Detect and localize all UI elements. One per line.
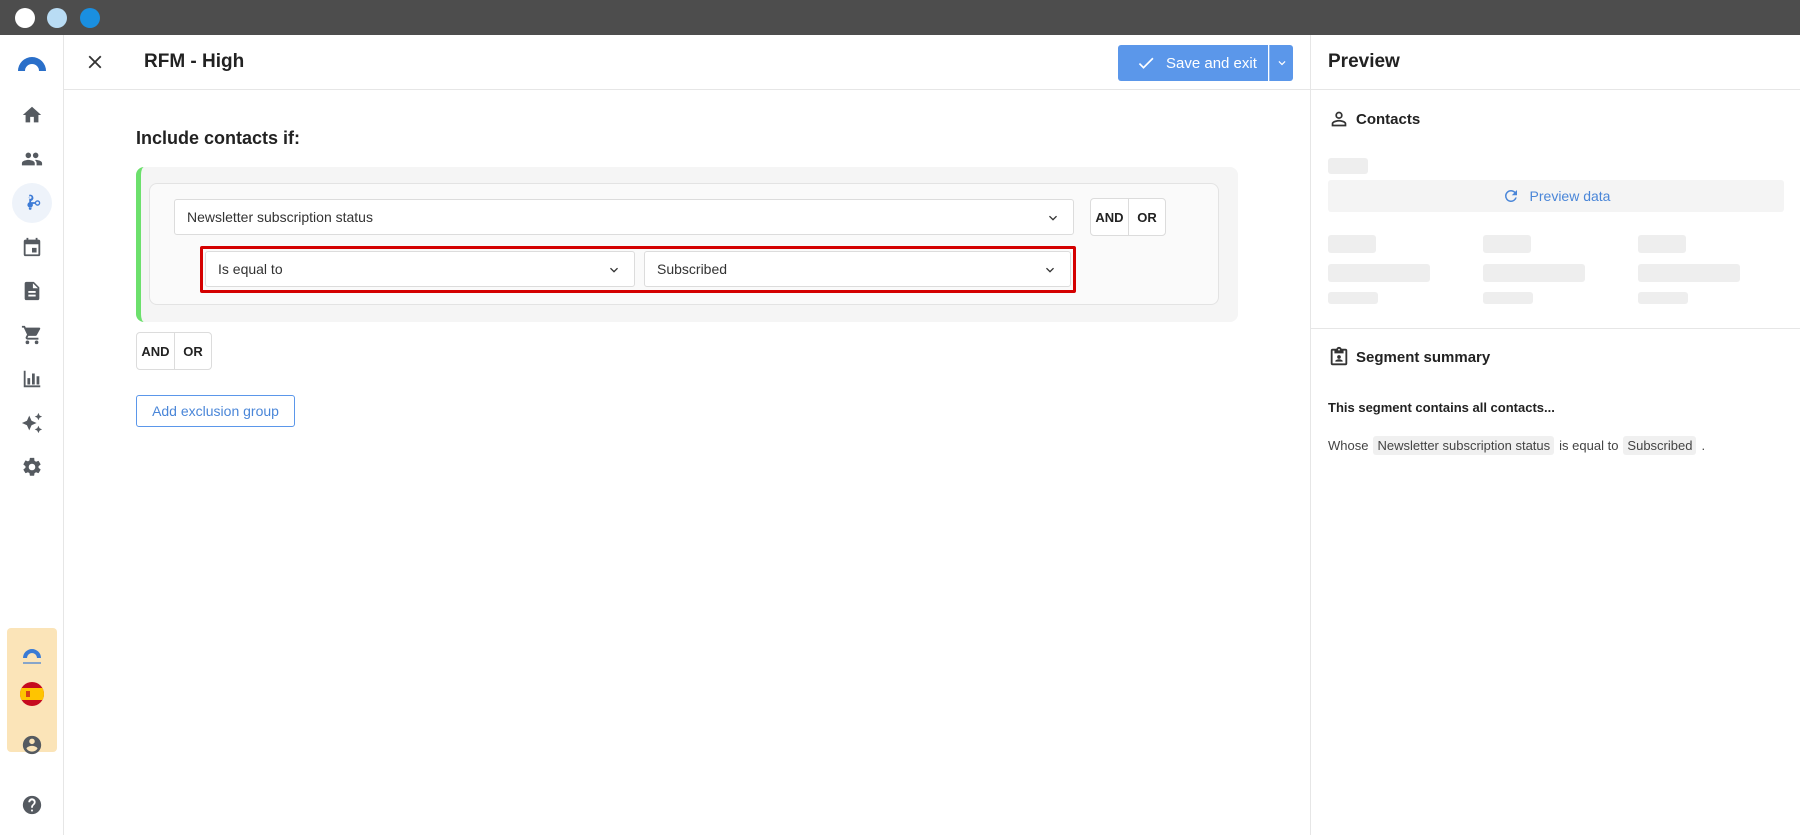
- chevron-down-icon: [1278, 61, 1285, 66]
- segments-icon: [27, 194, 41, 210]
- close-button[interactable]: [82, 49, 108, 75]
- contacts-label: Contacts: [1356, 110, 1421, 128]
- help-icon: [22, 795, 42, 815]
- sidebar-item-commerce[interactable]: [12, 315, 52, 355]
- bar-chart-icon: [23, 370, 41, 388]
- operator-select-value: Is equal to: [218, 261, 283, 277]
- sidebar-item-reports[interactable]: [12, 359, 52, 399]
- rule-and-or-toggle: AND OR: [1090, 198, 1166, 236]
- chevron-down-icon: [1045, 210, 1061, 226]
- spain-flag-icon: [20, 682, 44, 706]
- cart-icon: [21, 325, 41, 345]
- sidebar-item-home[interactable]: [12, 95, 52, 135]
- save-and-exit-button[interactable]: Save and exit: [1118, 45, 1268, 81]
- window-maximize-control[interactable]: [80, 8, 100, 28]
- sidebar-item-calendar[interactable]: [12, 227, 52, 267]
- segment-summary-title: Segment summary: [1356, 348, 1491, 366]
- gear-icon: [23, 457, 41, 476]
- workspace-logo-icon: [23, 649, 41, 664]
- skeleton-placeholder: [1638, 235, 1686, 253]
- preview-panel: Preview Contacts Preview data Segment su…: [1310, 35, 1800, 835]
- sidebar-item-segments[interactable]: [12, 183, 52, 223]
- skeleton-placeholder: [1328, 158, 1368, 174]
- skeleton-placeholder: [1483, 292, 1533, 304]
- account-icon: [22, 735, 42, 755]
- field-select-value: Newsletter subscription status: [187, 209, 373, 225]
- skeleton-placeholder: [1328, 292, 1378, 304]
- operator-select[interactable]: Is equal to: [205, 251, 635, 287]
- calendar-icon: [23, 237, 41, 257]
- app-logo-icon[interactable]: [16, 53, 48, 73]
- skeleton-placeholder: [1483, 264, 1585, 282]
- sparkle-icon: [21, 412, 43, 434]
- window-minimize-control[interactable]: [47, 8, 67, 28]
- editor-header: RFM - High Save and exit: [64, 35, 1310, 90]
- preview-title: Preview: [1328, 51, 1400, 72]
- sidebar: [0, 35, 64, 835]
- preview-divider: [1311, 328, 1800, 329]
- segment-editor: RFM - High Save and exit Include contact…: [64, 35, 1310, 835]
- sidebar-item-contacts[interactable]: [12, 139, 52, 179]
- summary-value-chip: Subscribed: [1623, 436, 1697, 455]
- close-icon: [88, 55, 102, 69]
- chevron-down-icon: [1042, 262, 1058, 278]
- summary-whose: Whose: [1328, 438, 1369, 453]
- include-section-title: Include contacts if:: [136, 128, 301, 148]
- rule-or-button[interactable]: OR: [1129, 199, 1165, 235]
- add-exclusion-group-button[interactable]: Add exclusion group: [136, 395, 295, 427]
- refresh-icon: [1504, 189, 1517, 202]
- field-select[interactable]: Newsletter subscription status: [174, 199, 1074, 235]
- summary-lead-text: This segment contains all contacts...: [1328, 400, 1555, 415]
- sidebar-item-settings[interactable]: [12, 447, 52, 487]
- page-title[interactable]: RFM - High: [144, 51, 244, 73]
- skeleton-placeholder: [1638, 264, 1740, 282]
- check-icon: [1138, 57, 1154, 69]
- summary-condition: Whose Newsletter subscription status is …: [1328, 436, 1705, 455]
- chevron-down-icon: [606, 262, 622, 278]
- document-icon: [24, 281, 40, 301]
- rule-and-button[interactable]: AND: [1091, 199, 1129, 235]
- skeleton-placeholder: [1328, 235, 1376, 253]
- group-and-button[interactable]: AND: [137, 333, 175, 369]
- summary-field-chip: Newsletter subscription status: [1373, 436, 1555, 455]
- window-titlebar: [0, 0, 1800, 35]
- summary-operator: is equal to: [1559, 438, 1619, 453]
- value-select[interactable]: Subscribed: [644, 251, 1071, 287]
- sidebar-item-documents[interactable]: [12, 271, 52, 311]
- home-icon: [22, 106, 42, 123]
- clipboard-icon: [1330, 346, 1348, 366]
- preview-header: Preview: [1311, 35, 1800, 90]
- save-options-dropdown[interactable]: [1269, 45, 1293, 81]
- preview-data-button[interactable]: Preview data: [1328, 180, 1784, 212]
- skeleton-placeholder: [1638, 292, 1688, 304]
- window-close-control[interactable]: [15, 8, 35, 28]
- person-icon: [1331, 111, 1347, 127]
- sidebar-item-ai[interactable]: [12, 403, 52, 443]
- people-icon: [21, 152, 43, 166]
- sidebar-item-account[interactable]: [12, 725, 52, 765]
- group-and-or-toggle: AND OR: [136, 332, 212, 370]
- skeleton-placeholder: [1328, 264, 1430, 282]
- contacts-heading: Contacts: [1328, 108, 1420, 130]
- skeleton-placeholder: [1483, 235, 1531, 253]
- segment-summary-heading: Segment summary: [1328, 346, 1490, 368]
- sidebar-item-help[interactable]: [12, 785, 52, 825]
- summary-end: .: [1701, 438, 1706, 453]
- value-select-value: Subscribed: [657, 261, 728, 277]
- group-or-button[interactable]: OR: [175, 333, 211, 369]
- preview-data-label: Preview data: [1529, 188, 1611, 204]
- save-and-exit-label: Save and exit: [1166, 54, 1257, 72]
